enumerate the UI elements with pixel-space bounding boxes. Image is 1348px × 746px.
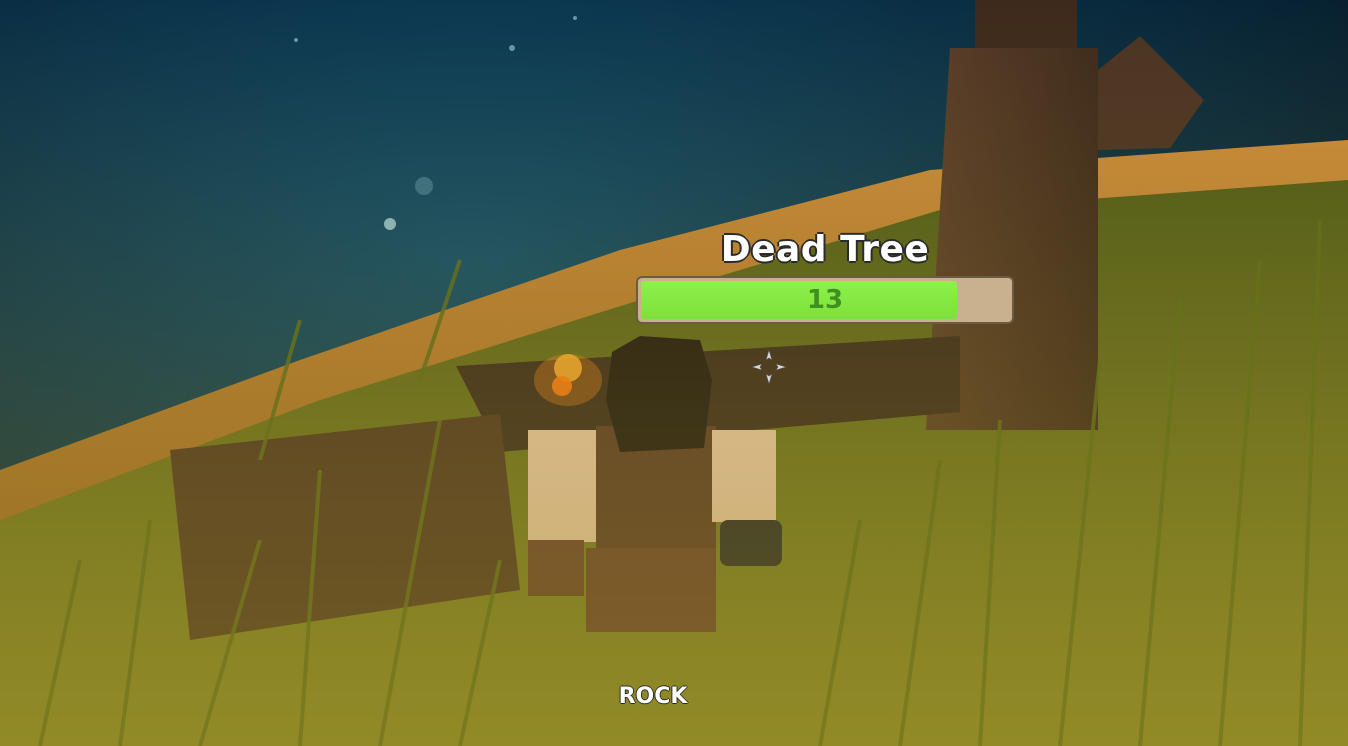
ambient-haze	[0, 0, 1348, 746]
crosshair-icon	[750, 348, 788, 386]
target-health-value: 13	[806, 285, 844, 315]
target-name: Dead Tree	[720, 229, 930, 270]
target-health-bar: 13	[636, 276, 1014, 324]
equipped-tool-label: ROCK	[618, 684, 688, 709]
game-viewport[interactable]	[0, 0, 1348, 746]
target-info-panel: Dead Tree 13	[636, 228, 1014, 324]
